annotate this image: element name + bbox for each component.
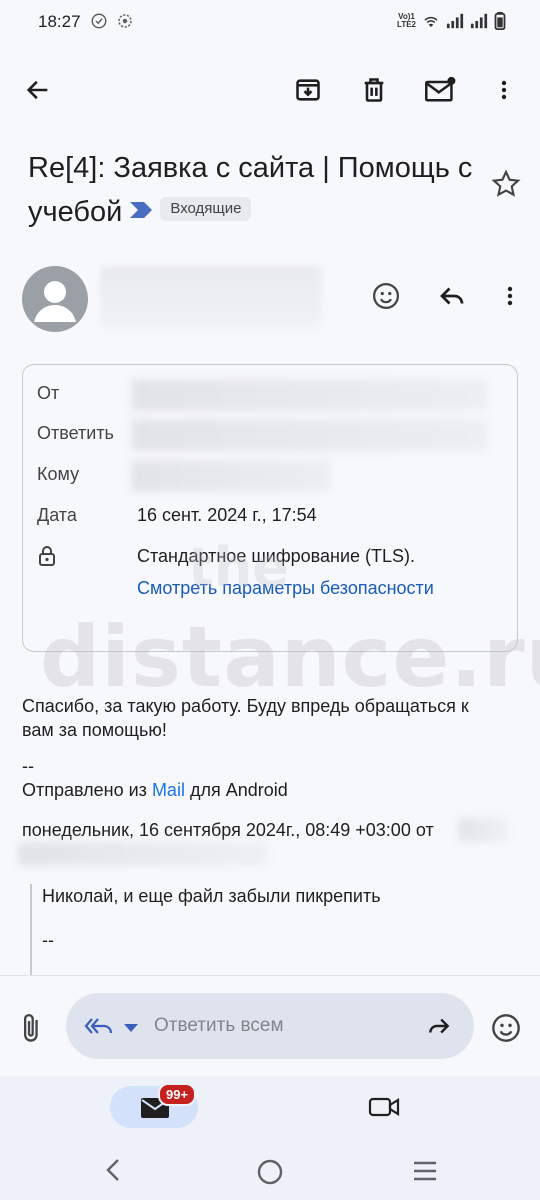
archive-button[interactable] [288,70,328,110]
mark-unread-button[interactable] [420,70,460,110]
person-icon [34,281,76,322]
emoji-icon [373,283,399,309]
quote-bar [30,884,32,976]
star-button[interactable] [490,168,522,205]
react-emoji-button[interactable] [366,276,406,316]
quoted-dash: -- [42,930,54,950]
star-outline-icon [491,169,521,197]
more-options-button[interactable] [484,70,524,110]
to-label: Кому [37,464,80,484]
more-vert-icon [501,80,507,100]
importance-marker-icon [130,187,154,231]
body-line-1: Спасибо, за такую работу. Буду впредь об… [22,696,469,716]
quote-email-redacted [18,842,268,866]
paperclip-icon [24,1013,38,1042]
reply-to-value-redacted [131,419,487,451]
trash-icon [364,78,384,102]
reply-all-icon[interactable] [84,1013,114,1044]
message-body: Спасибо, за такую работу. Буду впредь об… [22,694,469,742]
home-circle-icon [257,1159,283,1185]
watermark-site: distance.ru [40,608,540,706]
body-line-2: вам за помощью! [22,720,167,740]
mail-app-link[interactable]: Mail [152,780,185,800]
status-time: 18:27 [38,12,81,31]
status-left-icons [90,12,134,30]
status-bar: 18:27 Vo)1 LTE2 [0,0,540,46]
date-label: Дата [37,505,77,525]
message-more-button[interactable] [490,276,530,316]
quote-sender-redacted [458,818,508,842]
sender-name-redacted [100,266,322,328]
system-nav-bar [0,1138,540,1200]
emoji-button[interactable] [490,1012,522,1049]
watermark-the: the [188,536,289,599]
more-vert-icon [507,286,513,306]
battery-icon [494,12,506,30]
forward-icon [429,1018,450,1034]
date-value: 16 сент. 2024 г., 17:54 [137,505,317,525]
menu-lines-icon [414,1161,436,1181]
chevron-left-icon [106,1159,119,1181]
attach-button[interactable] [18,1012,46,1049]
volte-line2: LTE2 [397,20,416,29]
reply-icon [440,287,464,305]
status-right: Vo)1 LTE2 [397,12,506,30]
system-recents-button[interactable] [412,1160,438,1187]
archive-icon [296,79,320,101]
quoted-text: Николай, и еще файл забыли пикрепить [42,886,381,906]
reply-mode-dropdown-icon[interactable] [124,1021,138,1039]
top-toolbar [0,60,540,120]
sent-from-prefix: Отправлено из [22,780,152,800]
signal-2-icon [470,13,488,29]
wifi-icon [424,16,438,27]
system-home-button[interactable] [256,1158,284,1191]
sent-from-suffix: для Android [184,780,288,800]
arrow-back-icon [26,80,48,100]
to-value-redacted [131,460,331,492]
reply-to-label: Ответить [37,423,114,443]
email-subject: Re[4]: Заявка с сайта | Помощь с учебой В… [28,146,478,235]
video-camera-icon [368,1097,400,1117]
meet-tab[interactable] [368,1094,400,1125]
inbox-label-chip[interactable]: Входящие [160,197,252,222]
reply-button[interactable] [432,276,472,316]
signal-1-icon [446,13,464,29]
signature-dash: -- [22,756,34,776]
system-back-button[interactable] [102,1158,124,1187]
sender-avatar[interactable] [22,266,88,332]
volte-indicator: Vo)1 LTE2 [397,13,416,29]
from-value-redacted [131,379,487,411]
quote-header: понедельник, 16 сентября 2024г., 08:49 +… [22,820,434,840]
back-button[interactable] [18,70,58,110]
from-label: От [37,383,60,403]
delete-button[interactable] [354,70,394,110]
emoji-icon [492,1014,520,1042]
lock-icon [37,545,57,572]
sent-from-line: Отправлено из Mail для Android [22,778,288,802]
mark-unread-icon [425,76,456,102]
bottom-nav: 99+ [0,1076,540,1138]
unread-count-badge: 99+ [158,1083,197,1106]
check-circle-icon [91,13,107,29]
forward-button[interactable] [424,1013,454,1044]
reply-all-field[interactable]: Ответить всем [66,993,474,1059]
reply-all-placeholder: Ответить всем [154,1015,284,1036]
gear-badge-icon [118,14,132,28]
